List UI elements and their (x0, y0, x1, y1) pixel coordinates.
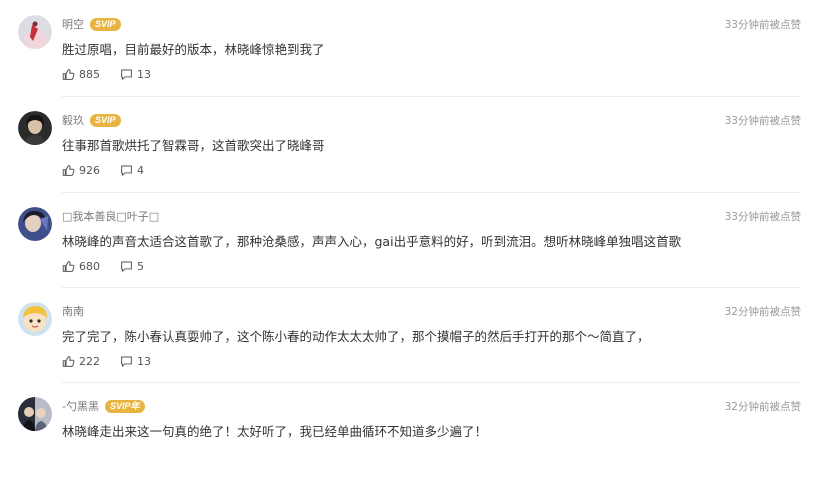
comment-item: 毅玖 SVIP 33分钟前被点赞 往事那首歌烘托了智霖哥，这首歌突出了晓峰哥 9… (0, 96, 830, 192)
like-count: 222 (79, 355, 100, 368)
svip-badge: SVIP (90, 113, 121, 127)
svip-badge: SVIP (90, 17, 121, 31)
like-count: 885 (79, 68, 100, 81)
comment-text: 林晓峰的声音太适合这首歌了，那种沧桑感，声声入心，gai出乎意料的好，听到流泪。… (62, 234, 682, 249)
reply-button[interactable]: 4 (120, 164, 144, 177)
comment-text: 完了完了，陈小春认真耍帅了，这个陈小春的动作太太太帅了，那个摸帽子的然后手打开的… (62, 329, 650, 344)
like-count: 926 (79, 164, 100, 177)
user-info: □我本善良□叶子□ (62, 208, 159, 224)
comment-text: 林晓峰走出来这一句真的绝了！太好听了，我已经单曲循环不知道多少遍了！ (62, 424, 488, 439)
user-info: -勺黑黑 SVIP年 (62, 398, 145, 414)
username[interactable]: 明空 (62, 16, 84, 32)
comment-bubble-icon (121, 356, 132, 367)
like-count: 680 (79, 260, 100, 273)
comment-bubble-icon (121, 69, 132, 80)
reply-button[interactable]: 13 (120, 355, 151, 368)
username[interactable]: 毅玖 (62, 112, 84, 128)
like-button[interactable]: 926 (62, 164, 100, 177)
reply-count: 5 (137, 260, 144, 273)
comment-actions: 680 5 (62, 260, 164, 273)
comment-bubble-icon (121, 261, 132, 272)
avatar[interactable] (18, 15, 52, 49)
comment-item: 南南 32分钟前被点赞 完了完了，陈小春认真耍帅了，这个陈小春的动作太太太帅了，… (0, 287, 830, 383)
username[interactable]: □我本善良□叶子□ (62, 208, 159, 224)
like-button[interactable]: 885 (62, 68, 100, 81)
comment-item: 明空 SVIP 33分钟前被点赞 胜过原唱，目前最好的版本，林晓峰惊艳到我了 8… (0, 0, 830, 96)
user-info: 毅玖 SVIP (62, 112, 121, 128)
reply-button[interactable]: 13 (120, 68, 151, 81)
comment-actions: 926 4 (62, 164, 164, 177)
user-info: 明空 SVIP (62, 16, 121, 32)
comment-actions: 222 13 (62, 355, 171, 368)
liked-time: 33分钟前被点赞 (724, 115, 801, 127)
comment-item: -勺黑黑 SVIP年 32分钟前被点赞 林晓峰走出来这一句真的绝了！太好听了，我… (0, 382, 830, 478)
reply-button[interactable]: 5 (120, 260, 144, 273)
comment-bubble-icon (121, 165, 132, 176)
liked-time: 32分钟前被点赞 (724, 306, 801, 318)
thumbs-up-icon (62, 356, 75, 367)
svip-annual-badge: SVIP年 (104, 399, 145, 413)
username[interactable]: 南南 (62, 303, 84, 319)
avatar[interactable] (18, 302, 52, 336)
reply-count: 13 (137, 355, 151, 368)
comment-actions: 885 13 (62, 68, 171, 81)
liked-time: 33分钟前被点赞 (724, 211, 801, 223)
comment-text: 往事那首歌烘托了智霖哥，这首歌突出了晓峰哥 (62, 138, 325, 153)
comment-text: 胜过原唱，目前最好的版本，林晓峰惊艳到我了 (62, 42, 325, 57)
avatar[interactable] (18, 207, 52, 241)
thumbs-up-icon (62, 261, 75, 272)
liked-time: 33分钟前被点赞 (724, 19, 801, 31)
username[interactable]: -勺黑黑 (62, 398, 99, 414)
comment-item: □我本善良□叶子□ 33分钟前被点赞 林晓峰的声音太适合这首歌了，那种沧桑感，声… (0, 192, 830, 288)
like-button[interactable]: 680 (62, 260, 100, 273)
avatar[interactable] (18, 111, 52, 145)
thumbs-up-icon (62, 165, 75, 176)
like-button[interactable]: 222 (62, 355, 100, 368)
liked-time: 32分钟前被点赞 (724, 401, 801, 413)
user-info: 南南 (62, 303, 84, 319)
reply-count: 4 (137, 164, 144, 177)
thumbs-up-icon (62, 69, 75, 80)
avatar[interactable] (18, 397, 52, 431)
reply-count: 13 (137, 68, 151, 81)
